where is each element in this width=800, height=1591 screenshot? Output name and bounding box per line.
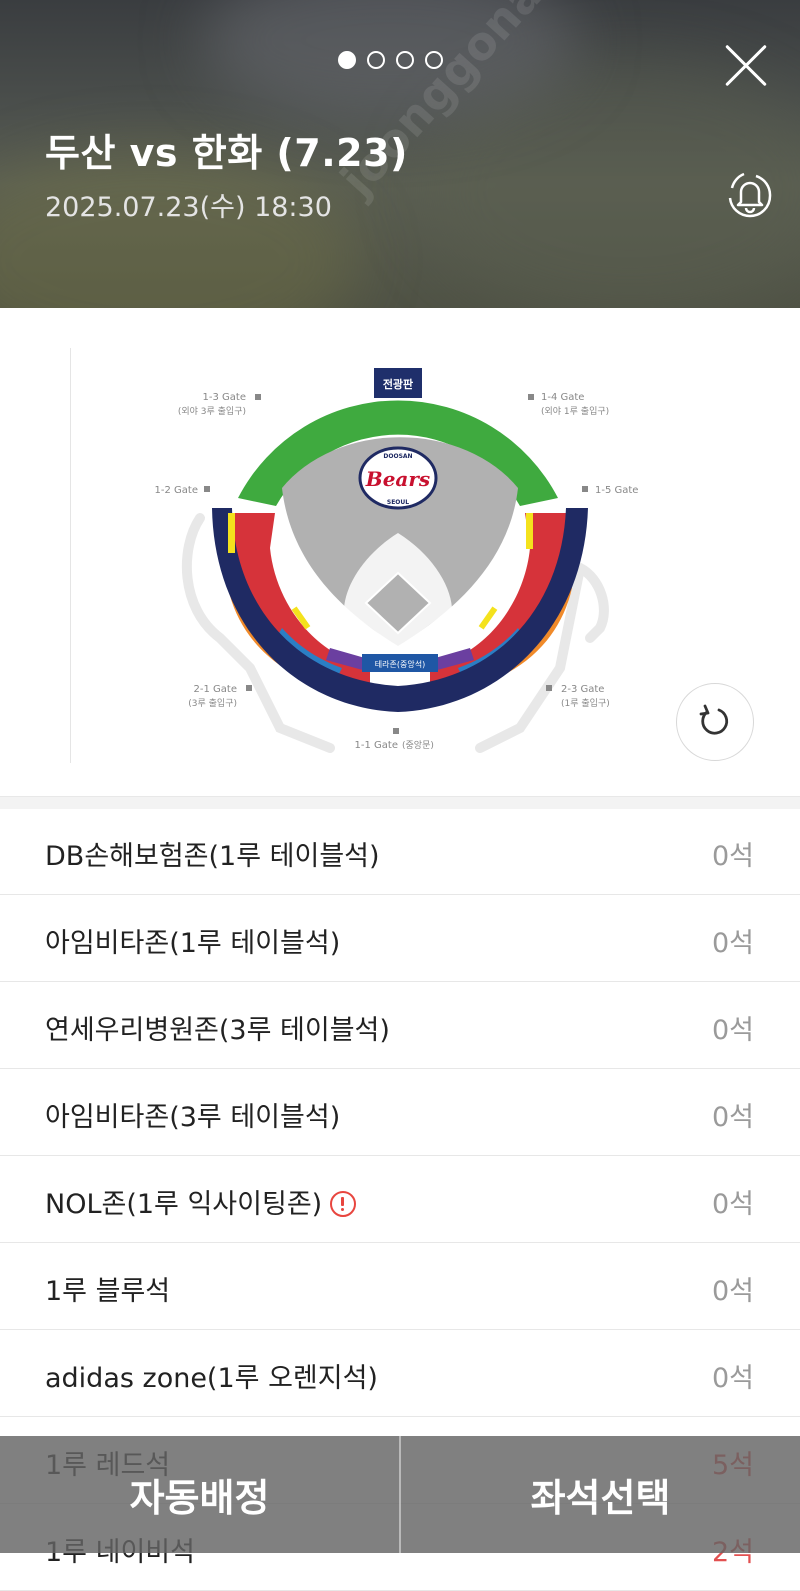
zone-row[interactable]: DB손해보험존(1루 테이블석) 0석 (0, 808, 800, 895)
pager-dot-3[interactable] (396, 51, 414, 69)
pager-dot-1[interactable] (338, 51, 356, 69)
zone-row[interactable]: NOL존(1루 익사이팅존) 0석 (0, 1156, 800, 1243)
zone-name: NOL존(1루 익사이팅존) (45, 1182, 357, 1221)
gate-label: 1-5 Gate (595, 485, 638, 496)
scoreboard-label: 전광판 (383, 377, 413, 391)
zone-name: 아임비타존(3루 테이블석) (45, 1095, 340, 1134)
zone-name-text: 아임비타존(3루 테이블석) (45, 1102, 341, 1133)
image-pager[interactable] (338, 51, 443, 69)
pager-dot-2[interactable] (367, 51, 385, 69)
gate-sub-label: (중앙문) (402, 739, 434, 751)
zone-name-text: 1루 블루석 (45, 1276, 171, 1307)
terrace-label: 테라존(중앙석) (375, 659, 425, 669)
zone-name: adidas zone(1루 오렌지석) (45, 1356, 378, 1395)
logo-top-text: DOOSAN (383, 453, 412, 460)
gate-sub-label: (1루 출입구) (561, 697, 610, 709)
gate-label: 1-3 Gate (203, 392, 246, 403)
zone-name-text: adidas zone(1루 오렌지석) (45, 1363, 378, 1394)
stadium-map[interactable]: 전광판 테라존(중앙석) Bears DOOSAN SEOUL 1-3 Gate (0, 308, 800, 798)
zone-row[interactable]: 아임비타존(1루 테이블석) 0석 (0, 895, 800, 982)
zone-row[interactable]: 1루 블루석 0석 (0, 1243, 800, 1330)
close-icon[interactable] (722, 42, 770, 90)
gate-label: 2-1 Gate (194, 684, 237, 695)
zone-count: 0석 (711, 1015, 754, 1046)
gate-sub-label: (3루 출입구) (188, 697, 237, 709)
zone-count: 0석 (711, 1276, 754, 1307)
zone-row[interactable]: adidas zone(1루 오렌지석) 0석 (0, 1330, 800, 1417)
zone-count: 0석 (711, 928, 754, 959)
gate-label: 1-2 Gate (155, 485, 198, 496)
gate-label: 2-3 Gate (561, 684, 604, 695)
logo-text: Bears (365, 467, 430, 491)
gate-label: 1-1 Gate (355, 740, 398, 751)
zone-name-text: DB손해보험존(1루 테이블석) (45, 841, 380, 872)
bottom-action-bar: 자동배정 좌석선택 (0, 1436, 800, 1553)
zone-count: 0석 (711, 1363, 754, 1394)
gate-sub-label: (외야 1루 출입구) (541, 405, 609, 417)
event-title: 두산 vs 한화 (7.23) (45, 131, 408, 175)
gate-label: 1-4 Gate (541, 392, 584, 403)
refresh-icon (699, 704, 729, 735)
bell-icon[interactable] (720, 164, 780, 224)
zone-name-text: NOL존(1루 익사이팅존) (45, 1189, 323, 1220)
zone-count: 0석 (711, 841, 754, 872)
zone-count: 0석 (711, 1102, 754, 1133)
auto-assign-button[interactable]: 자동배정 (0, 1436, 401, 1553)
select-seat-button[interactable]: 좌석선택 (401, 1436, 800, 1553)
event-datetime: 2025.07.23(수) 18:30 (45, 192, 332, 223)
zone-name-text: 아임비타존(1루 테이블석) (45, 928, 341, 959)
pager-dot-4[interactable] (425, 51, 443, 69)
zone-name: 1루 블루석 (45, 1269, 170, 1308)
logo-bottom-text: SEOUL (387, 499, 409, 506)
zone-name-text: 연세우리병원존(3루 테이블석) (45, 1015, 390, 1046)
alert-icon[interactable] (330, 1191, 357, 1217)
zone-row[interactable]: 아임비타존(3루 테이블석) 0석 (0, 1069, 800, 1156)
gate-sub-label: (외야 3루 출입구) (178, 405, 246, 417)
zone-count: 0석 (711, 1189, 754, 1220)
refresh-button[interactable] (676, 683, 754, 761)
zone-name: 아임비타존(1루 테이블석) (45, 921, 340, 960)
event-header: joonggonara 두산 vs 한화 (7.23) 2025.07.23(수… (0, 0, 800, 308)
zone-name: DB손해보험존(1루 테이블석) (45, 834, 380, 873)
zone-row[interactable]: 연세우리병원존(3루 테이블석) 0석 (0, 982, 800, 1069)
zone-name: 연세우리병원존(3루 테이블석) (45, 1008, 390, 1047)
